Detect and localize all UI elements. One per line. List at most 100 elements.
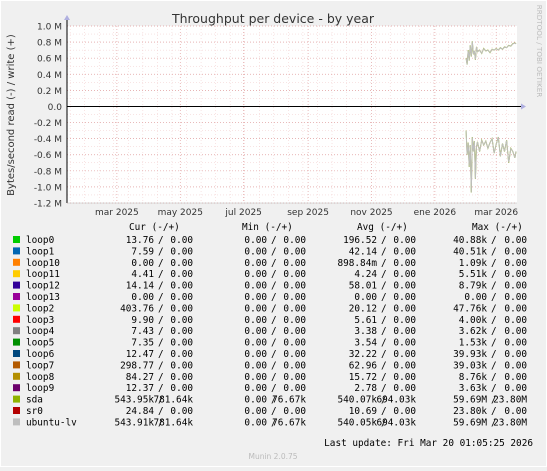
legend-value-avg_r: 3.54 [354,338,377,349]
legend-swatch [13,327,20,335]
legend-value-avg_w: 0.00 [393,269,416,280]
legend-value-cur_r: 14.14 [126,281,155,292]
legend-value-max_w: 0.00 [504,315,527,326]
legend-separator: / [271,338,277,349]
legend-value-min_r: 0.00 [244,235,267,246]
chart-title: Throughput per device - by year [171,11,375,26]
legend-value-cur_r: 12.37 [126,383,154,394]
legend-value-min_r: 0.00 [244,338,267,349]
legend-separator: / [491,326,497,337]
legend-swatch [13,384,20,392]
legend-value-max_r: 39.93k [453,349,487,360]
legend-value-avg_r: 15.72 [349,372,377,383]
legend-separator: / [491,315,497,326]
legend-value-cur_w: 0.00 [170,292,193,303]
legend-separator: / [381,338,387,349]
legend-separator: / [491,360,497,371]
legend-value-avg_r: 42.14 [349,246,378,257]
legend-separator: / [158,406,164,417]
y-tick-label: -0.6 M [34,151,62,161]
legend-value-cur_r: 298.77 [120,360,154,371]
legend-value-avg_w: 0.00 [393,383,416,394]
throughput-chart: 1.0 M 0.8 M 0.6 M 0.4 M 0.2 M 0.0 -0.2 M -0.4 M… [0,0,547,467]
legend-separator: / [381,383,387,394]
x-tick-label: sep 2025 [287,208,329,218]
legend-swatch [13,293,20,300]
legend-device-name: loop3 [26,315,54,326]
legend-swatch [13,407,20,414]
legend-separator: / [158,315,164,326]
legend-value-min_w: 0.00 [283,258,306,269]
legend-value-min_r: 0.00 [244,292,267,303]
legend-value-min_r: 0.00 [244,269,267,280]
legend-value-cur_w: 0.00 [170,326,193,337]
legend-header-max: Max (-/+) [472,222,523,233]
legend-value-min_w: 0.00 [283,281,306,292]
legend-separator: / [271,292,277,303]
y-tick-label: -1.2 M [34,200,62,210]
legend-value-cur_r: 7.35 [131,338,154,349]
legend-value-avg_w: 0.00 [393,315,416,326]
legend-value-max_r: 23.80k [453,406,487,417]
legend-swatch [13,350,20,357]
legend-value-avg_w: 0.00 [393,326,416,337]
legend-separator: / [158,349,164,360]
legend-value-cur_w: 0.00 [170,246,193,257]
legend-value-avg_w: 0.00 [393,349,416,360]
legend-device-name: loop7 [26,360,54,371]
legend-value-max_w: 23.80M [493,417,527,428]
legend-value-avg_w: 0.00 [393,406,416,417]
legend-value-max_r: 40.51k [453,246,487,257]
legend-separator: / [381,269,387,280]
legend-value-max_r: 3.62k [459,326,488,337]
legend-value-cur_r: 0.00 [131,258,154,269]
legend-value-min_w: 0.00 [283,315,306,326]
legend-value-min_w: 0.00 [283,338,306,349]
legend-value-max_r: 8.76k [459,372,488,383]
legend-value-max_w: 23.80M [493,395,527,406]
legend-separator: / [381,360,387,371]
legend-value-min_w: 76.67k [272,417,306,428]
x-tick-label: jul 2025 [224,208,261,218]
legend-swatch [13,247,20,255]
legend-header-cur: Cur (-/+) [129,222,180,233]
legend-separator: / [491,349,497,360]
legend-separator: / [271,349,277,360]
legend-value-min_r: 0.00 [244,406,267,417]
legend-value-cur_r: 12.47 [126,349,154,360]
legend-value-min_w: 0.00 [283,326,306,337]
x-tick-label: nov 2025 [350,208,392,218]
legend-value-min_w: 0.00 [283,360,306,371]
legend-value-avg_w: 0.00 [393,338,416,349]
legend-separator: / [158,303,164,314]
legend-separator: / [271,326,277,337]
legend-separator: / [158,372,164,383]
legend-separator: / [158,246,164,257]
legend-value-min_r: 0.00 [244,315,267,326]
legend-device-name: ubuntu-lv [26,417,77,428]
legend-value-avg_r: 540.05k [337,417,377,428]
y-tick-label: 0.6 M [37,55,62,65]
legend-value-max_w: 0.00 [504,292,527,303]
legend-value-cur_r: 13.76 [126,235,155,246]
y-axis-label: Bytes/second read (-) / write (+) [6,34,17,196]
legend-value-avg_r: 4.24 [354,269,377,280]
legend-separator: / [158,235,164,246]
legend-value-max_w: 0.00 [504,349,527,360]
legend-separator: / [491,281,497,292]
legend-value-avg_w: 0.00 [393,360,416,371]
legend-separator: / [158,326,164,337]
legend-device-name: loop6 [26,349,55,360]
legend-separator: / [381,246,387,257]
y-tick-label: 0.2 M [37,87,62,97]
legend-value-avg_r: 898.84m [337,258,377,269]
legend-separator: / [271,281,277,292]
legend-device-name: loop0 [26,235,55,246]
legend-value-cur_w: 0.00 [170,360,193,371]
legend-swatch [13,372,20,380]
legend-value-min_w: 0.00 [283,292,306,303]
legend-device-name: loop10 [26,258,60,269]
legend-device-name: loop11 [26,269,60,280]
legend-value-cur_r: 7.43 [131,326,154,337]
legend-separator: / [381,315,387,326]
